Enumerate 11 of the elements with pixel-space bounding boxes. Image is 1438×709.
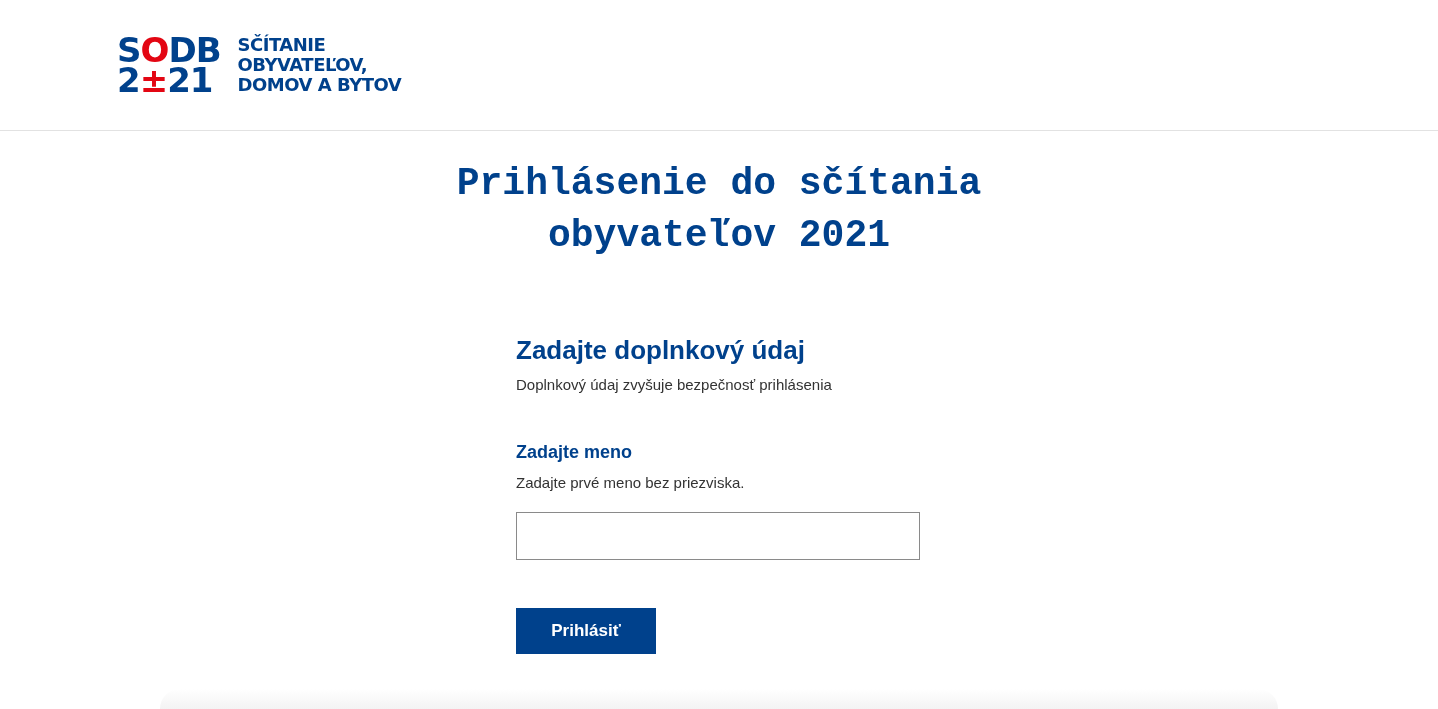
page-title: Prihlásenie do sčítania obyvateľov 2021 (455, 161, 983, 259)
form-heading: Zadajte doplnkový údaj (516, 334, 806, 366)
field-label: Zadajte meno (516, 440, 634, 464)
logo-wordmark-line: SČÍTANIE (237, 35, 327, 55)
name-input-field[interactable] (516, 512, 920, 560)
logo-mark: SODB 2±21 (117, 35, 221, 95)
login-button[interactable]: Prihlásiť (516, 608, 656, 654)
form-subheading: Doplnkový údaj zvyšuje bezpečnosť prihlásenia (516, 375, 833, 395)
logo-wordmark-line: DOMOV A BYTOV (237, 75, 402, 95)
field-hint: Zadajte prvé meno bez priezviska. (516, 472, 746, 493)
logo-wordmark-line: OBYVATEĽOV, (237, 55, 369, 75)
